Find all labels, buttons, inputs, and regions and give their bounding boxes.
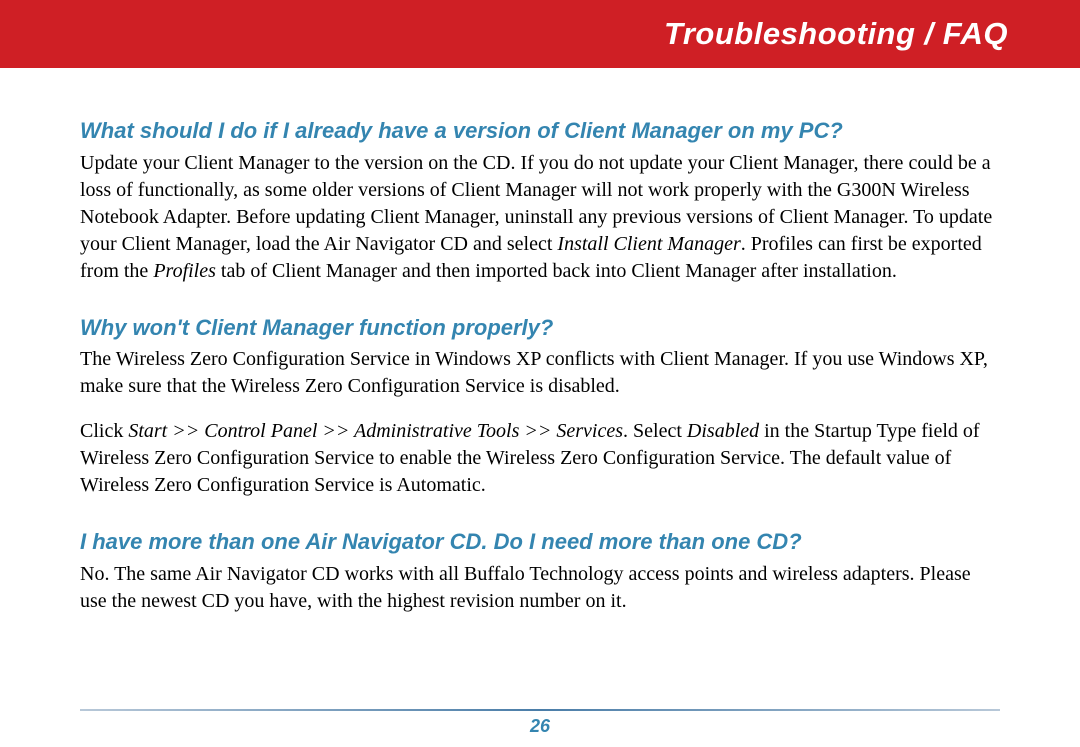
footer-rule (80, 709, 1000, 711)
faq-answer-1-italic-b: Install Client Manager (557, 233, 740, 255)
header-title: Troubleshooting / FAQ (664, 16, 1008, 52)
faq-question-1: What should I do if I already have a ver… (80, 116, 1000, 146)
faq-answer-2-p2-b: Start >> Control Panel >> Administrative… (128, 420, 623, 442)
faq-answer-1-text-e: tab of Client Manager and then imported … (216, 260, 897, 282)
faq-answer-2-p1: The Wireless Zero Configuration Service … (80, 346, 1000, 400)
faq-answer-2-p2: Click Start >> Control Panel >> Administ… (80, 418, 1000, 499)
faq-answer-2-p2-c: . Select (623, 420, 687, 442)
header-bar: Troubleshooting / FAQ (0, 0, 1080, 68)
faq-question-3: I have more than one Air Navigator CD. D… (80, 527, 1000, 557)
page-number: 26 (0, 716, 1080, 737)
faq-answer-1: Update your Client Manager to the versio… (80, 150, 1000, 285)
faq-question-2: Why won't Client Manager function proper… (80, 313, 1000, 343)
faq-answer-2-p2-a: Click (80, 420, 128, 442)
page-content: What should I do if I already have a ver… (0, 68, 1080, 615)
faq-answer-1-italic-d: Profiles (153, 260, 216, 282)
faq-answer-3: No. The same Air Navigator CD works with… (80, 561, 1000, 615)
faq-answer-2-p2-d: Disabled (687, 420, 759, 442)
